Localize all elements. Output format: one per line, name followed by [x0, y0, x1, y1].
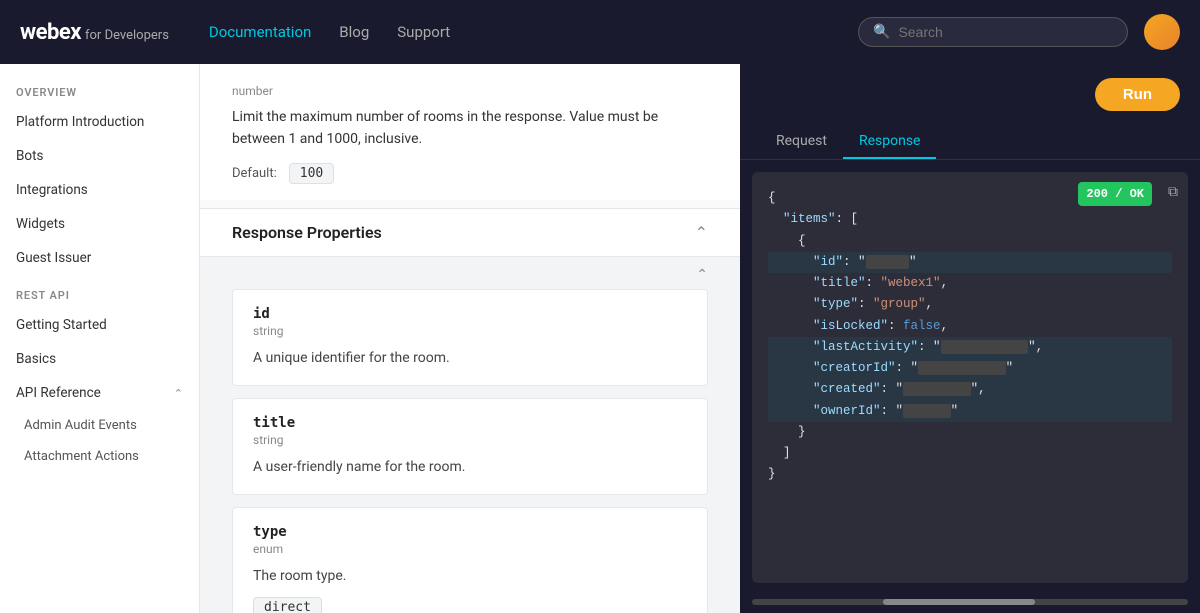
- sidebar-section-label-rest-api: REST API: [0, 275, 199, 308]
- prop-item-title: title string A user-friendly name for th…: [232, 398, 708, 495]
- response-properties-title: Response Properties: [232, 223, 382, 242]
- search-input[interactable]: [898, 24, 1113, 40]
- right-panel-scrollbar: [740, 595, 1200, 613]
- prop-enum-value: direct: [253, 597, 322, 613]
- nav-documentation[interactable]: Documentation: [209, 23, 311, 41]
- avatar[interactable]: [1144, 14, 1180, 50]
- sidebar-item-integrations[interactable]: Integrations: [0, 173, 199, 207]
- prop-item-id: id string A unique identifier for the ro…: [232, 289, 708, 386]
- tabs-row: Request Response: [740, 125, 1200, 160]
- param-section: number Limit the maximum number of rooms…: [200, 64, 740, 200]
- code-line-7: "isLocked": false,: [768, 316, 1172, 337]
- code-line-5: "title": "webex1",: [768, 273, 1172, 294]
- prop-section-header-id[interactable]: ⌃: [200, 261, 740, 283]
- nav-blog[interactable]: Blog: [339, 23, 369, 41]
- param-type-label: number: [232, 84, 708, 98]
- code-line-12: }: [768, 422, 1172, 443]
- sidebar-section-rest-api: REST API Getting Started Basics API Refe…: [0, 275, 199, 472]
- sidebar-section-overview: OVERVIEW Platform Introduction Bots Inte…: [0, 72, 199, 275]
- prop-desc-type: The room type.: [253, 566, 687, 587]
- main-layout: OVERVIEW Platform Introduction Bots Inte…: [0, 64, 1200, 613]
- copy-icon[interactable]: ⧉: [1168, 182, 1178, 206]
- sidebar-item-platform-introduction[interactable]: Platform Introduction: [0, 105, 199, 139]
- prop-type-type: enum: [253, 542, 687, 556]
- status-badge: 200 / OK: [1078, 182, 1152, 206]
- code-line-2: "items": [: [768, 209, 1172, 230]
- right-panel: Run Request Response 200 / OK ⧉ { "items…: [740, 64, 1200, 613]
- sidebar-item-bots[interactable]: Bots: [0, 139, 199, 173]
- prop-name-id: id: [253, 306, 687, 322]
- prop-item-type: type enum The room type. direct string: [232, 507, 708, 613]
- prop-desc-title: A user-friendly name for the room.: [253, 457, 687, 478]
- prop-desc-id: A unique identifier for the room.: [253, 348, 687, 369]
- code-line-13: ]: [768, 443, 1172, 464]
- main-nav: Documentation Blog Support: [209, 23, 450, 41]
- code-block: 200 / OK ⧉ { "items": [ { "id": " " "tit…: [752, 172, 1188, 583]
- search-icon: 🔍: [873, 24, 890, 40]
- sidebar-item-attachment-actions[interactable]: Attachment Actions: [0, 441, 199, 472]
- code-line-11: "ownerId": " ": [768, 401, 1172, 422]
- sidebar-item-api-reference-label: API Reference: [16, 385, 101, 401]
- sidebar-item-admin-audit-events[interactable]: Admin Audit Events: [0, 410, 199, 441]
- logo-suffix: for Developers: [85, 28, 169, 43]
- sidebar-item-getting-started[interactable]: Getting Started: [0, 308, 199, 342]
- tab-request[interactable]: Request: [760, 125, 843, 159]
- default-label: Default:: [232, 166, 277, 181]
- default-row: Default: 100: [232, 163, 708, 184]
- sidebar-item-widgets[interactable]: Widgets: [0, 207, 199, 241]
- prop-chevron-up-icon: ⌃: [696, 267, 708, 283]
- run-button[interactable]: Run: [1095, 78, 1180, 111]
- logo-webex: webex: [20, 20, 81, 45]
- code-line-6: "type": "group",: [768, 294, 1172, 315]
- prop-container: ⌃ id string A unique identifier for the …: [200, 257, 740, 613]
- param-description: Limit the maximum number of rooms in the…: [232, 106, 708, 151]
- search-bar[interactable]: 🔍: [858, 17, 1128, 47]
- center-content: number Limit the maximum number of rooms…: [200, 64, 740, 613]
- code-line-4: "id": " ": [768, 252, 1172, 273]
- header-right: 🔍: [858, 14, 1180, 50]
- code-line-14: }: [768, 464, 1172, 485]
- header: webex for Developers Documentation Blog …: [0, 0, 1200, 64]
- prop-name-type: type: [253, 524, 687, 540]
- chevron-up-icon: ⌃: [174, 387, 183, 400]
- response-properties-section-header[interactable]: Response Properties ⌃: [200, 208, 740, 257]
- prop-name-title: title: [253, 415, 687, 431]
- scroll-track[interactable]: [752, 599, 1188, 605]
- code-line-3: {: [768, 231, 1172, 252]
- sidebar: OVERVIEW Platform Introduction Bots Inte…: [0, 64, 200, 613]
- sidebar-item-api-reference[interactable]: API Reference ⌃: [0, 376, 199, 410]
- prop-type-title: string: [253, 433, 687, 447]
- code-line-10: "created": " ",: [768, 379, 1172, 400]
- sidebar-section-label-overview: OVERVIEW: [0, 72, 199, 105]
- sidebar-item-basics[interactable]: Basics: [0, 342, 199, 376]
- tab-response[interactable]: Response: [843, 125, 937, 159]
- logo[interactable]: webex for Developers: [20, 20, 169, 45]
- right-panel-top: Run: [740, 64, 1200, 125]
- code-line-9: "creatorId": " ": [768, 358, 1172, 379]
- chevron-collapse-icon: ⌃: [695, 223, 708, 242]
- nav-support[interactable]: Support: [397, 23, 450, 41]
- sidebar-item-guest-issuer[interactable]: Guest Issuer: [0, 241, 199, 275]
- code-line-8: "lastActivity": " ",: [768, 337, 1172, 358]
- default-value: 100: [289, 163, 334, 184]
- prop-type-id: string: [253, 324, 687, 338]
- scroll-thumb[interactable]: [883, 599, 1036, 605]
